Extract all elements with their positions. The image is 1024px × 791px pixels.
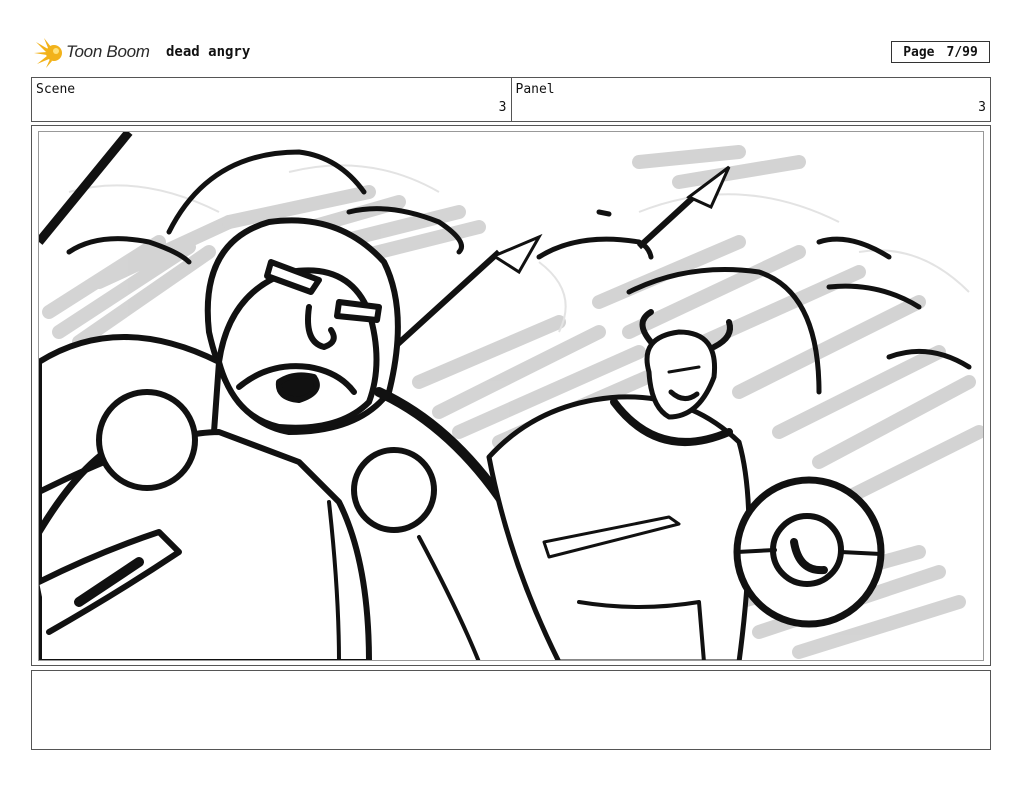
sunburst-icon — [34, 38, 62, 68]
page-number: 7/99 — [946, 44, 978, 60]
panel-notes — [31, 670, 991, 750]
viking-battle-sketch — [39, 132, 983, 660]
panel-cell: Panel 3 — [510, 78, 991, 121]
scene-label: Scene — [36, 82, 76, 97]
scene-cell: Scene 3 — [32, 78, 511, 121]
scene-panel-row: Scene 3 Panel 3 — [31, 77, 991, 122]
storyboard-drawing — [38, 131, 984, 661]
panel-label: Panel — [515, 82, 555, 97]
project-title: dead angry — [166, 44, 251, 60]
panel-number: 3 — [978, 100, 986, 115]
brand-name: Toon Boom — [66, 42, 150, 61]
page-label: Page — [903, 44, 935, 60]
scene-number: 3 — [498, 100, 507, 115]
page-indicator: Page 7/99 — [891, 41, 990, 63]
